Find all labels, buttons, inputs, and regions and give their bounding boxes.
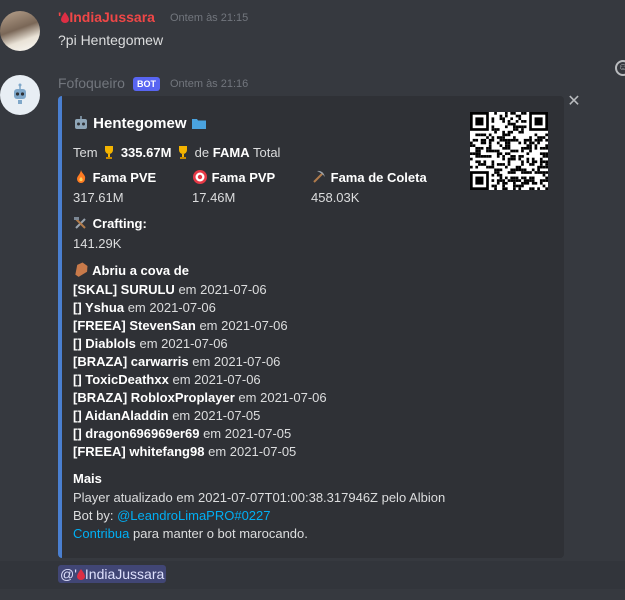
field-fama-pve-value: 317.61M bbox=[73, 190, 124, 205]
grave-player: [] Yshua bbox=[73, 300, 125, 315]
grave-date: 2021-07-06 bbox=[149, 300, 216, 315]
trophy-icon bbox=[105, 146, 114, 159]
grave-row: [] dragon696969er69 em 2021-07-05 bbox=[73, 426, 291, 441]
grave-date: 2021-07-06 bbox=[260, 390, 327, 405]
field-fama-pve-name: Fama PVE bbox=[73, 169, 156, 185]
fame-total-line: Tem 335.67M de FAMA Total bbox=[73, 144, 280, 160]
field-fama-pvp-label: Fama PVP bbox=[211, 170, 276, 185]
fame-prefix: Tem bbox=[73, 145, 98, 160]
field-crafting-name: Crafting: bbox=[73, 215, 147, 231]
fame-total-value: 335.67M bbox=[120, 145, 172, 160]
field-fama-pve-label: Fama PVE bbox=[92, 170, 157, 185]
grave-row: [BRAZA] RobloxProplayer em 2021-07-06 bbox=[73, 390, 327, 405]
grave-player: [FREEA] whitefang98 bbox=[73, 444, 205, 459]
trophy-icon bbox=[179, 146, 188, 159]
field-crafting-value: 141.29K bbox=[73, 236, 122, 251]
user-timestamp: Ontem às 21:15 bbox=[170, 12, 249, 24]
field-fama-pvp-name: Fama PVP bbox=[192, 169, 275, 185]
grave-date: 2021-07-05 bbox=[229, 444, 297, 459]
grave-row: [FREEA] whitefang98 em 2021-07-05 bbox=[73, 444, 296, 459]
grave-em: em bbox=[199, 318, 218, 333]
grave-row: [] ToxicDeathxx em 2021-07-06 bbox=[73, 372, 261, 387]
graves-title-text: Abriu a cova de bbox=[92, 263, 189, 278]
bot-by-line: Bot by: @LeandroLimaPRO#0227 bbox=[73, 508, 271, 523]
field-crafting-label: Crafting: bbox=[92, 216, 147, 231]
username-text: IndiaJussara bbox=[69, 9, 155, 25]
grave-em: em bbox=[139, 336, 158, 351]
field-fama-pvp-value: 17.46M bbox=[192, 190, 236, 205]
grave-player: [FREEA] StevenSan bbox=[73, 318, 196, 333]
grave-em: em bbox=[203, 426, 222, 441]
grave-date: 2021-07-06 bbox=[161, 336, 228, 351]
mais-title: Mais bbox=[73, 471, 102, 486]
bot-avatar[interactable] bbox=[0, 75, 40, 115]
grave-player: [BRAZA] RobloxProplayer bbox=[73, 390, 235, 405]
grave-date: 2021-07-06 bbox=[200, 282, 267, 297]
user-message-text: ?pi Hentegomew bbox=[58, 32, 164, 48]
grave-em: em bbox=[172, 372, 191, 387]
mention-name: IndiaJussara bbox=[84, 566, 165, 582]
grave-em: em bbox=[208, 444, 227, 459]
grave-em: em bbox=[172, 408, 191, 423]
grave-em: em bbox=[238, 390, 257, 405]
grave-em: em bbox=[178, 282, 197, 297]
target-icon bbox=[193, 170, 207, 184]
graves-title: Abriu a cova de bbox=[73, 262, 189, 278]
grave-row: [SKAL] SURULU em 2021-07-06 bbox=[73, 282, 267, 297]
fame-suffix: Total bbox=[252, 145, 281, 160]
add-reaction-icon[interactable]: ☺ bbox=[615, 60, 625, 76]
grave-date: 2021-07-05 bbox=[193, 408, 261, 423]
contribua-text: para manter o bot marocando. bbox=[133, 526, 308, 541]
embed-title-text: Hentegomew bbox=[93, 115, 187, 132]
bot-timestamp: Ontem às 21:16 bbox=[170, 78, 249, 90]
grave-date: 2021-07-06 bbox=[213, 354, 281, 369]
robot-icon bbox=[14, 83, 26, 104]
user-avatar[interactable] bbox=[0, 11, 40, 51]
field-fama-coleta-name: Fama de Coleta bbox=[311, 169, 427, 185]
fire-icon bbox=[77, 170, 86, 183]
field-fama-coleta-value: 458.03K bbox=[311, 190, 360, 205]
grave-row: [FREEA] StevenSan em 2021-07-06 bbox=[73, 318, 288, 333]
grave-em: em bbox=[127, 300, 146, 315]
fame-middle: de bbox=[194, 145, 210, 160]
embed-title: Hentegomew bbox=[73, 115, 207, 132]
grave-row: [BRAZA] carwarris em 2021-07-06 bbox=[73, 354, 280, 369]
blood-drop-icon bbox=[76, 569, 85, 580]
pick-icon bbox=[313, 170, 325, 183]
folder-icon bbox=[191, 119, 206, 129]
grave-player: [SKAL] SURULU bbox=[73, 282, 175, 297]
contribua-link[interactable]: Contribua bbox=[73, 526, 129, 541]
bot-by-link[interactable]: @LeandroLimaPRO#0227 bbox=[117, 508, 270, 523]
grave-date: 2021-07-06 bbox=[194, 372, 261, 387]
field-fama-coleta-label: Fama de Coleta bbox=[330, 170, 427, 185]
qr-code-image bbox=[470, 112, 548, 190]
grave-em: em bbox=[192, 354, 211, 369]
contribua-line: Contribua para manter o bot marocando. bbox=[73, 526, 308, 541]
grave-row: [] AidanAladdin em 2021-07-05 bbox=[73, 408, 260, 423]
user-mention[interactable]: @' IndiaJussara bbox=[58, 565, 167, 583]
grave-player: [] AidanAladdin bbox=[73, 408, 169, 423]
grave-row: [] Yshua em 2021-07-06 bbox=[73, 300, 216, 315]
grave-date: 2021-07-06 bbox=[221, 318, 288, 333]
updated-text: Player atualizado em 2021-07-07T01:00:38… bbox=[73, 490, 446, 505]
coffin-icon bbox=[75, 262, 88, 277]
bot-tag: BOT bbox=[133, 77, 160, 91]
hammer-wrench-icon bbox=[74, 217, 86, 229]
fame-word: FAMA bbox=[212, 145, 250, 160]
robot-icon bbox=[75, 116, 87, 129]
close-embed-icon[interactable]: ✕ bbox=[566, 94, 582, 110]
grave-row: [] Diablols em 2021-07-06 bbox=[73, 336, 228, 351]
user-username[interactable]: ' IndiaJussara bbox=[58, 9, 155, 25]
grave-player: [] ToxicDeathxx bbox=[73, 372, 169, 387]
grave-player: [] dragon696969er69 bbox=[73, 426, 200, 441]
bot-by-label: Bot by: bbox=[73, 508, 114, 523]
mention-prefix: @' bbox=[60, 566, 77, 582]
mention-row: @' IndiaJussara bbox=[0, 561, 625, 589]
bot-username[interactable]: Fofoqueiro bbox=[58, 75, 125, 91]
grave-player: [BRAZA] carwarris bbox=[73, 354, 189, 369]
grave-date: 2021-07-05 bbox=[224, 426, 292, 441]
grave-player: [] Diablols bbox=[73, 336, 136, 351]
